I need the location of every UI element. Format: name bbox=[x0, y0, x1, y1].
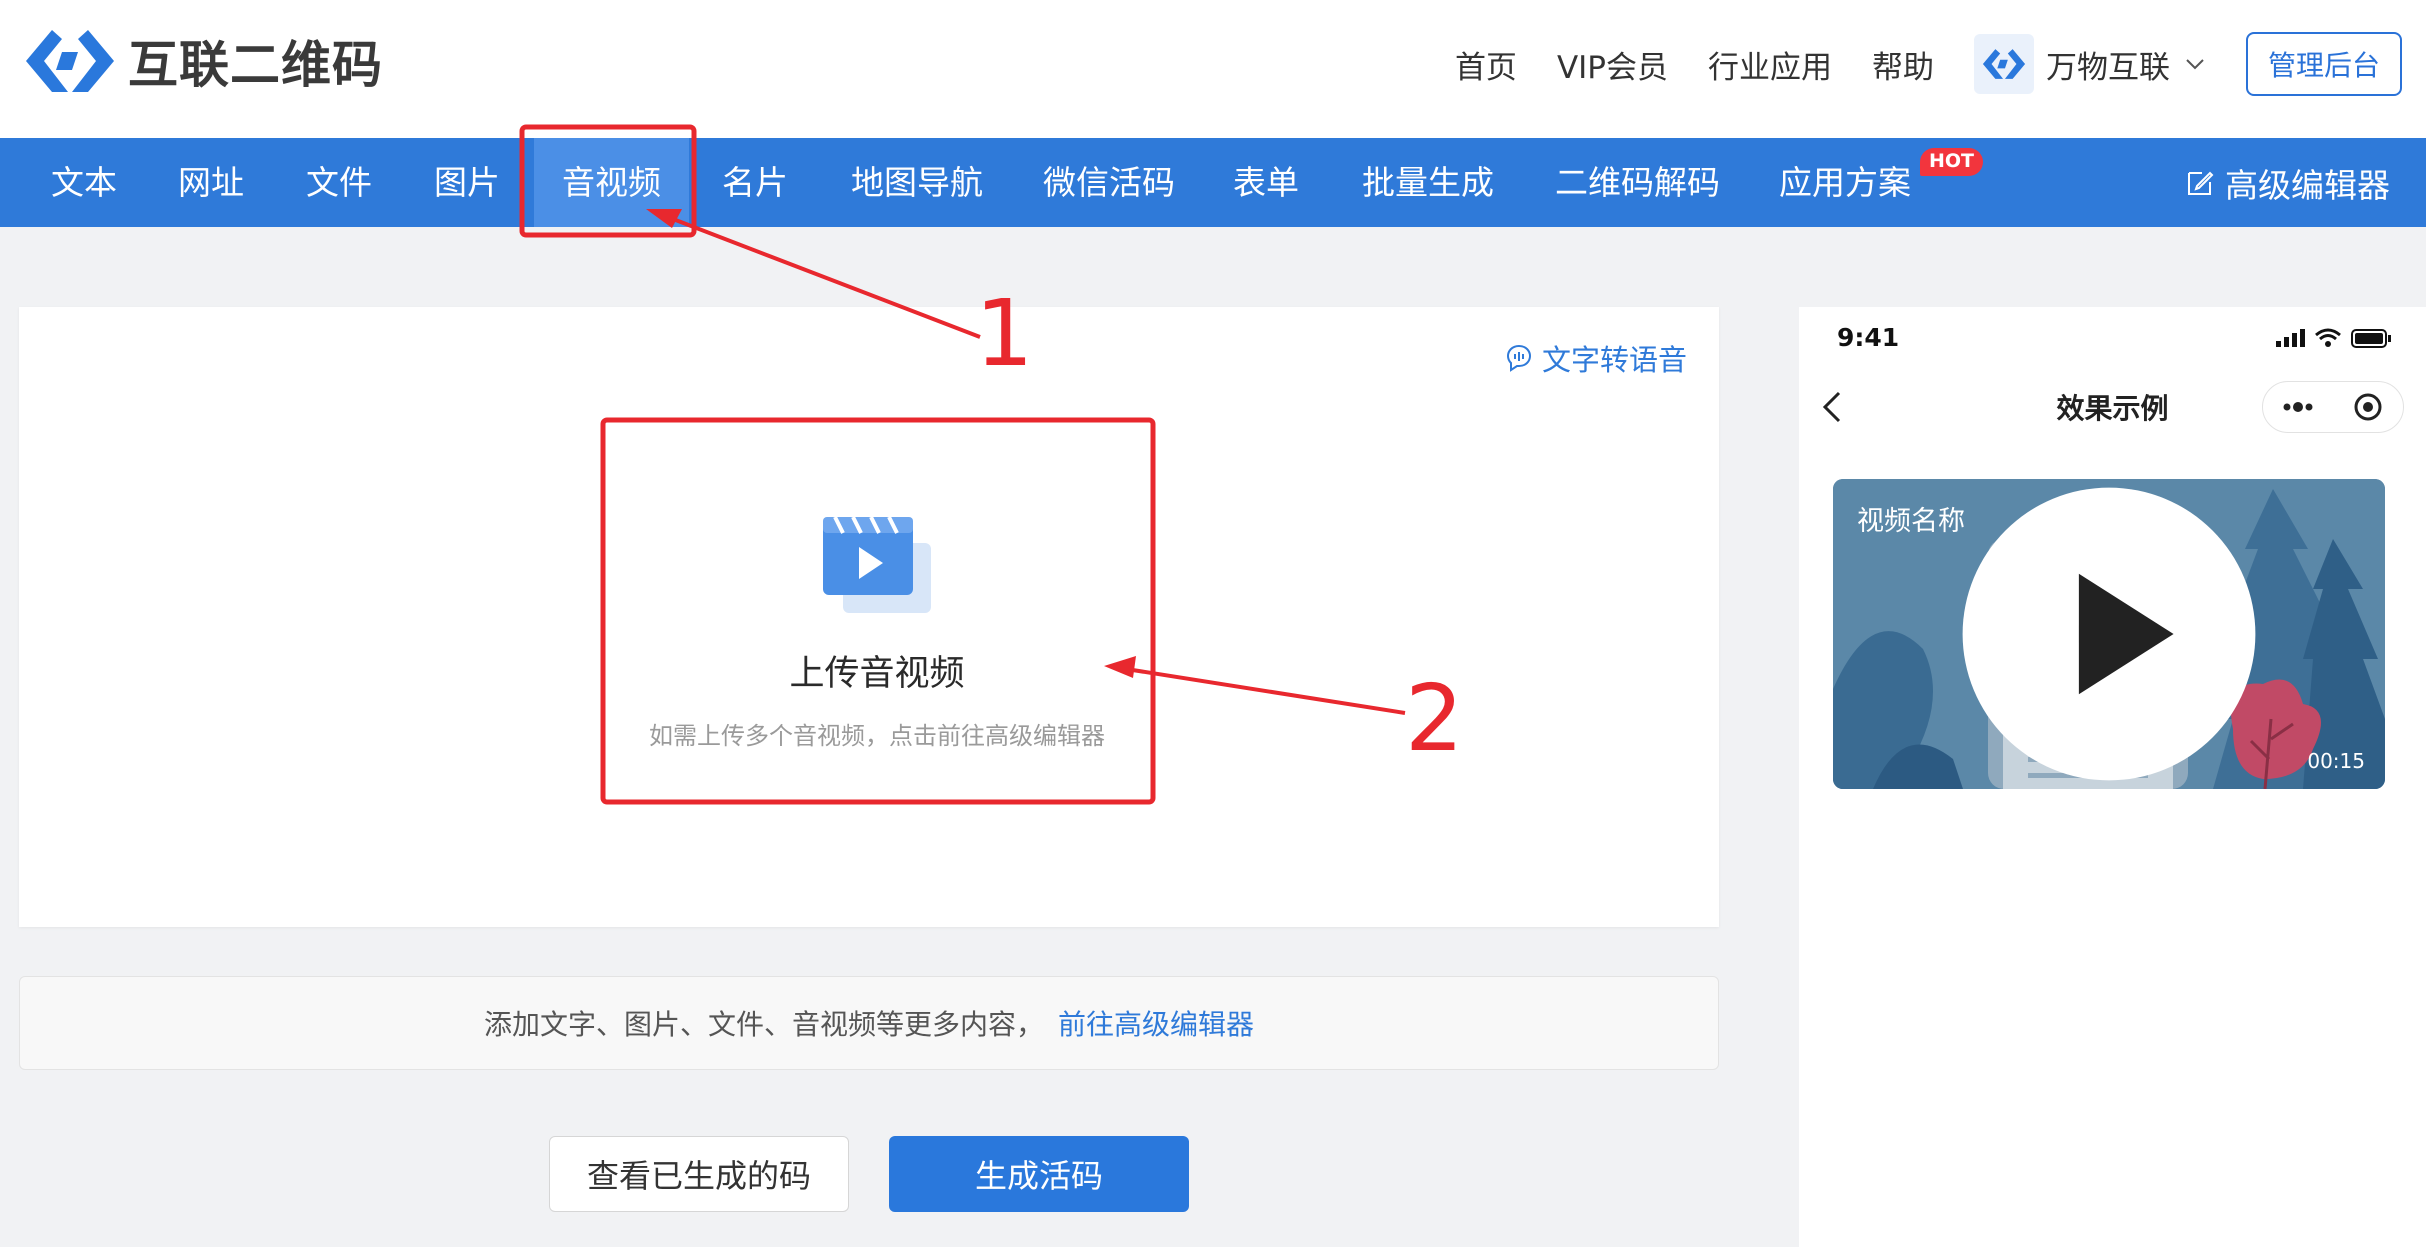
video-upload-icon bbox=[823, 516, 931, 613]
hot-badge: HOT bbox=[1920, 148, 1984, 176]
close-target-icon[interactable] bbox=[2350, 389, 2386, 425]
header: 互联二维码 首页 VIP会员 行业应用 帮助 万物互联 管理后台 bbox=[0, 0, 2426, 138]
upload-title: 上传音视频 bbox=[789, 654, 965, 694]
status-bar-icons bbox=[2276, 328, 2391, 348]
tab-url[interactable]: 网址 bbox=[178, 138, 244, 227]
admin-button[interactable]: 管理后台 bbox=[2245, 32, 2402, 96]
org-switcher[interactable]: 万物互联 bbox=[1973, 34, 2206, 94]
annotation-number-1: 1 bbox=[975, 280, 1034, 387]
logo[interactable]: 互联二维码 bbox=[22, 22, 383, 100]
text-to-speech-link[interactable]: 文字转语音 bbox=[1504, 337, 1687, 379]
tab-map[interactable]: 地图导航 bbox=[851, 138, 983, 227]
advanced-editor-link-inline[interactable]: 前往高级编辑器 bbox=[1058, 1003, 1254, 1043]
nav-industry[interactable]: 行业应用 bbox=[1708, 42, 1832, 87]
generate-code-button[interactable]: 生成活码 bbox=[889, 1136, 1189, 1212]
edit-icon bbox=[2188, 171, 2214, 195]
org-name: 万物互联 bbox=[2045, 49, 2170, 86]
play-icon[interactable] bbox=[1833, 479, 2385, 789]
view-generated-button[interactable]: 查看已生成的码 bbox=[549, 1136, 849, 1212]
more-content-bar: 添加文字、图片、文件、音视频等更多内容， 前往高级编辑器 bbox=[19, 976, 1719, 1070]
logo-text: 互联二维码 bbox=[128, 36, 383, 94]
tab-wechat[interactable]: 微信活码 bbox=[1043, 138, 1175, 227]
infobar-text: 添加文字、图片、文件、音视频等更多内容， bbox=[483, 1008, 1044, 1041]
status-time: 9:41 bbox=[1837, 323, 1900, 352]
top-nav: 首页 VIP会员 行业应用 帮助 万物互联 管理后台 bbox=[1455, 30, 2402, 98]
tts-label: 文字转语音 bbox=[1541, 343, 1687, 377]
org-logo-icon bbox=[1973, 34, 2034, 94]
tab-card[interactable]: 名片 bbox=[722, 138, 788, 227]
nav-home[interactable]: 首页 bbox=[1455, 42, 1517, 87]
upload-area[interactable]: 上传音视频 如需上传多个音视频，点击前往高级编辑器 bbox=[602, 419, 1152, 801]
annotation-number-2: 2 bbox=[1405, 665, 1464, 772]
advanced-editor-label: 高级编辑器 bbox=[2225, 165, 2390, 205]
tab-decode[interactable]: 二维码解码 bbox=[1555, 138, 1720, 227]
upload-card: 文字转语音 上传音视频 如需上传多个音视频，点击前往高级编辑器 bbox=[19, 307, 1719, 927]
tab-batch[interactable]: 批量生成 bbox=[1362, 138, 1494, 227]
tab-audio-video[interactable]: 音视频 bbox=[534, 138, 689, 227]
main-nav: 文本 网址 文件 图片 音视频 名片 地图导航 微信活码 表单 批量生成 二维码… bbox=[0, 138, 2426, 227]
video-duration: 00:15 bbox=[2307, 749, 2365, 773]
tab-form[interactable]: 表单 bbox=[1233, 138, 1299, 227]
chevron-down-icon bbox=[2186, 59, 2204, 70]
voice-icon bbox=[1506, 344, 1531, 372]
nav-help[interactable]: 帮助 bbox=[1872, 42, 1934, 87]
phone-preview: 9:41 效果示例 视频名称 00:15 bbox=[1799, 307, 2426, 1247]
tab-image[interactable]: 图片 bbox=[434, 138, 500, 227]
tab-solutions[interactable]: 应用方案 bbox=[1779, 138, 1911, 227]
tab-file[interactable]: 文件 bbox=[306, 138, 372, 227]
mini-program-capsule bbox=[2262, 381, 2404, 433]
upload-hint: 如需上传多个音视频，点击前往高级编辑器 bbox=[649, 722, 1105, 750]
advanced-editor-link[interactable]: 高级编辑器 bbox=[2185, 138, 2390, 227]
video-preview-card[interactable]: 视频名称 00:15 bbox=[1833, 479, 2385, 789]
tab-text[interactable]: 文本 bbox=[51, 138, 117, 227]
more-icon[interactable] bbox=[2280, 389, 2316, 425]
nav-vip[interactable]: VIP会员 bbox=[1557, 42, 1668, 87]
logo-icon bbox=[26, 30, 114, 92]
